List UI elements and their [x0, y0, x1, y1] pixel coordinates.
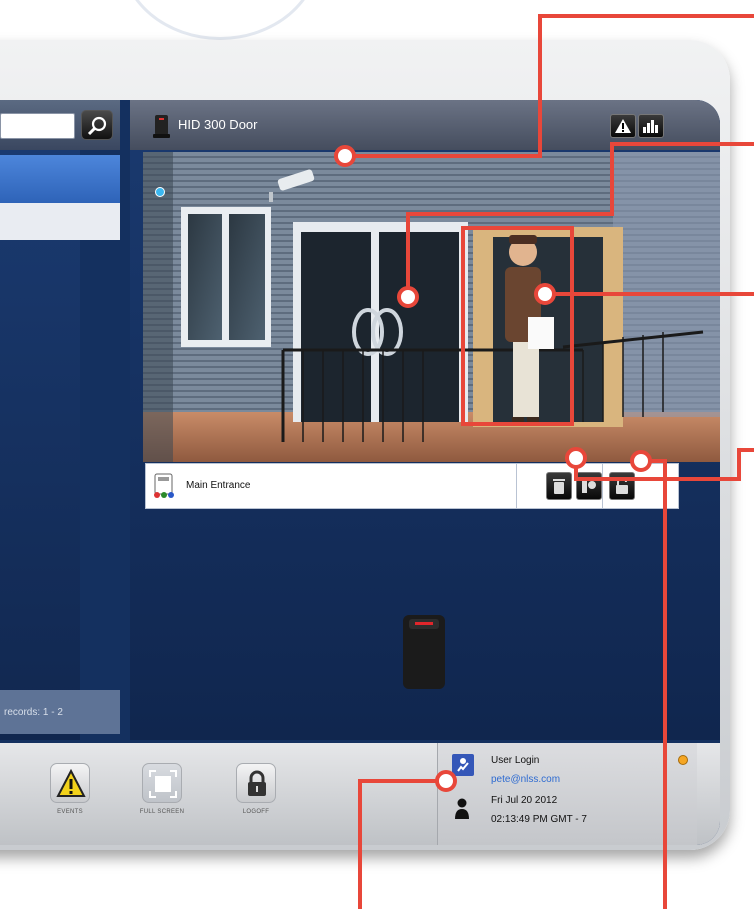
camera-scene	[143, 152, 720, 462]
fullscreen-tool[interactable]: FULL SCREEN	[132, 763, 192, 815]
alert-indicator	[678, 755, 688, 765]
user-login-label: User Login	[491, 755, 540, 766]
fullscreen-button[interactable]	[142, 763, 182, 803]
alarm-button[interactable]	[610, 114, 636, 138]
bottom-toolbar: EVENTS FULL SCREEN LOGOFF User Login pet…	[0, 743, 720, 845]
divider	[602, 464, 603, 508]
fullscreen-label: FULL SCREEN	[139, 809, 185, 815]
door-title: HID 300 Door	[178, 117, 258, 132]
lock-icon	[248, 770, 266, 796]
unlock-button[interactable]	[609, 472, 635, 500]
delete-button[interactable]	[546, 472, 572, 500]
door-status-icon	[154, 473, 174, 498]
events-label: EVENTS	[57, 809, 83, 815]
intercom-button[interactable]	[576, 472, 602, 500]
search-bar	[0, 100, 120, 150]
door-reader-icon	[153, 115, 170, 138]
warning-icon	[615, 119, 631, 133]
list-item-selected[interactable]	[0, 155, 120, 203]
current-date: Fri Jul 20 2012	[491, 795, 558, 806]
magnifier-icon	[87, 116, 107, 136]
app-window: records: 1 - 2 HID 300 Door Main Entranc…	[0, 100, 720, 845]
unlock-icon	[616, 477, 628, 494]
search-input[interactable]	[0, 113, 75, 139]
logoff-tool[interactable]: LOGOFF	[226, 763, 286, 815]
bar-chart-icon	[643, 120, 658, 133]
list-item[interactable]	[0, 203, 120, 240]
card-reader-icon	[403, 615, 445, 689]
records-count: records: 1 - 2	[0, 690, 120, 734]
camera-view[interactable]	[143, 152, 720, 462]
search-button[interactable]	[81, 110, 113, 140]
events-button[interactable]	[50, 763, 90, 803]
door-status-bar: Main Entrance	[145, 463, 679, 509]
user-check-icon	[452, 754, 474, 776]
intercom-icon	[582, 479, 596, 493]
events-tool[interactable]: EVENTS	[40, 763, 100, 815]
user-info-panel: User Login pete@nlss.com Fri Jul 20 2012…	[437, 743, 697, 845]
user-email-link[interactable]: pete@nlss.com	[491, 774, 560, 785]
logoff-button[interactable]	[236, 763, 276, 803]
person-icon	[455, 798, 469, 819]
divider	[516, 464, 517, 508]
door-name: Main Entrance	[186, 480, 251, 491]
door-header: HID 300 Door	[130, 100, 720, 150]
decorative-circle	[120, 0, 320, 40]
fullscreen-icon	[149, 770, 177, 798]
door-panel: HID 300 Door Main Entrance	[130, 100, 720, 740]
warning-icon	[56, 769, 86, 797]
trash-icon	[553, 479, 565, 494]
logoff-label: LOGOFF	[242, 809, 270, 815]
stats-button[interactable]	[638, 114, 664, 138]
stage: records: 1 - 2 HID 300 Door Main Entranc…	[0, 0, 754, 909]
current-time: 02:13:49 PM GMT - 7	[491, 814, 587, 825]
camera-status-indicator	[155, 187, 165, 197]
